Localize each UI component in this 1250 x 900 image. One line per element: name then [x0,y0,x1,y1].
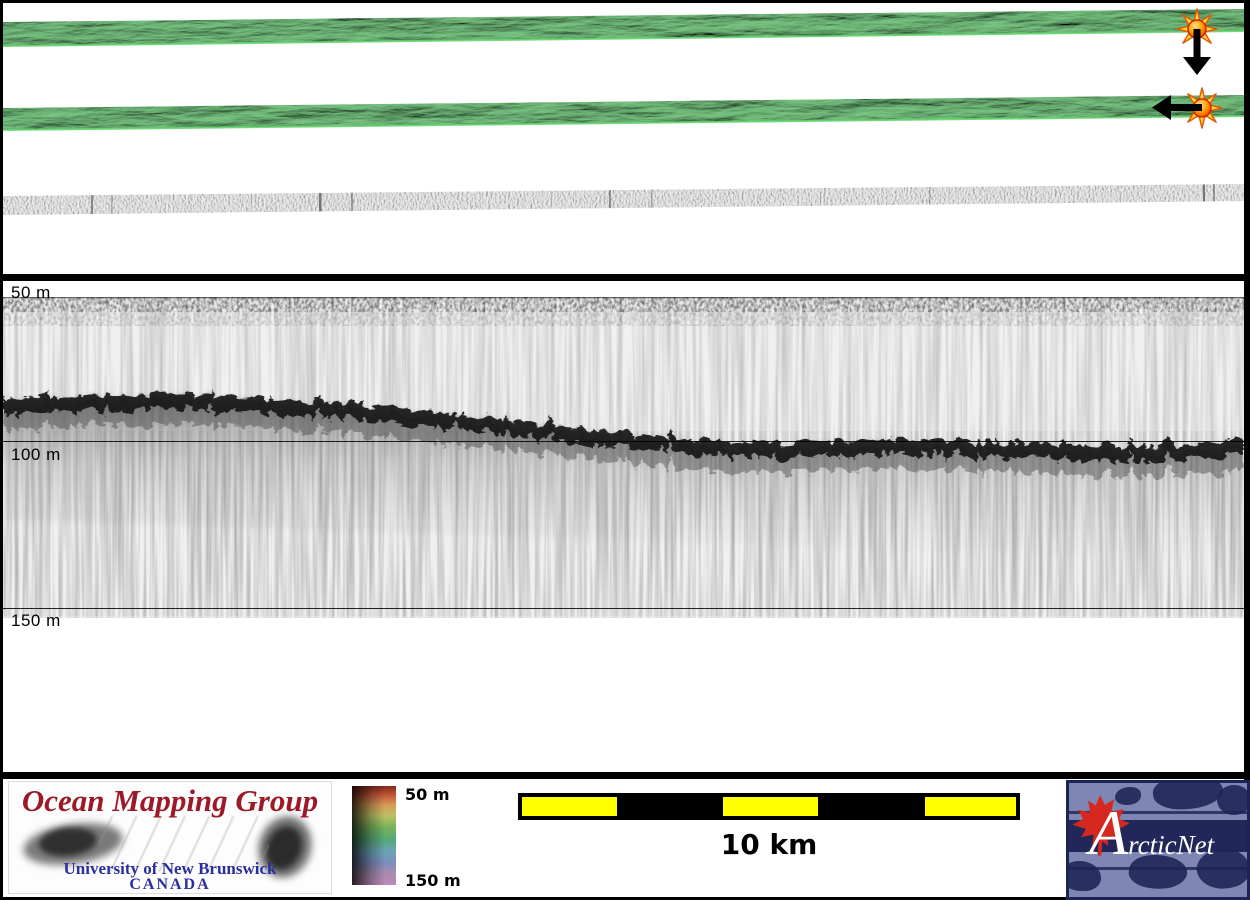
map-scale-bar [518,793,1020,820]
omg-title: Ocean Mapping Group [21,783,319,818]
scale-bar-segment [522,797,617,816]
sidescan-strip [3,184,1244,215]
omg-country-line: CANADA [129,876,211,893]
echogram-panel: 50 m 100 m 150 m [3,281,1244,772]
arcticnet-logo: ArcticNet [1066,780,1250,900]
swath-strip-lower [3,95,1244,131]
depth-label-100m: 100 m [11,445,61,464]
scale-bar-segment [723,797,818,816]
color-scale-top-label: 50 m [405,785,450,804]
echogram-canvas [3,297,1244,618]
scale-bar-segment [925,797,1016,816]
track-map-panel [3,3,1244,274]
depth-label-150m: 150 m [11,611,61,630]
surface-noise-band [3,297,1244,312]
swath-strip-upper [3,9,1244,47]
track-map-canvas [3,8,1244,215]
footer-bar: Ocean Mapping Group University of New Br… [3,779,1250,900]
color-scale-bottom-label: 150 m [405,871,461,890]
survey-composite-view: 50 m 100 m 150 m Ocean Mapping Group Uni… [0,0,1250,900]
depth-label-50m: 50 m [11,283,51,302]
ocean-mapping-group-logo: Ocean Mapping Group University of New Br… [8,781,332,894]
depth-color-scale [352,786,396,885]
scale-bar-label: 10 km [720,828,818,861]
arcticnet-wordmark: ArcticNet [1089,797,1215,868]
